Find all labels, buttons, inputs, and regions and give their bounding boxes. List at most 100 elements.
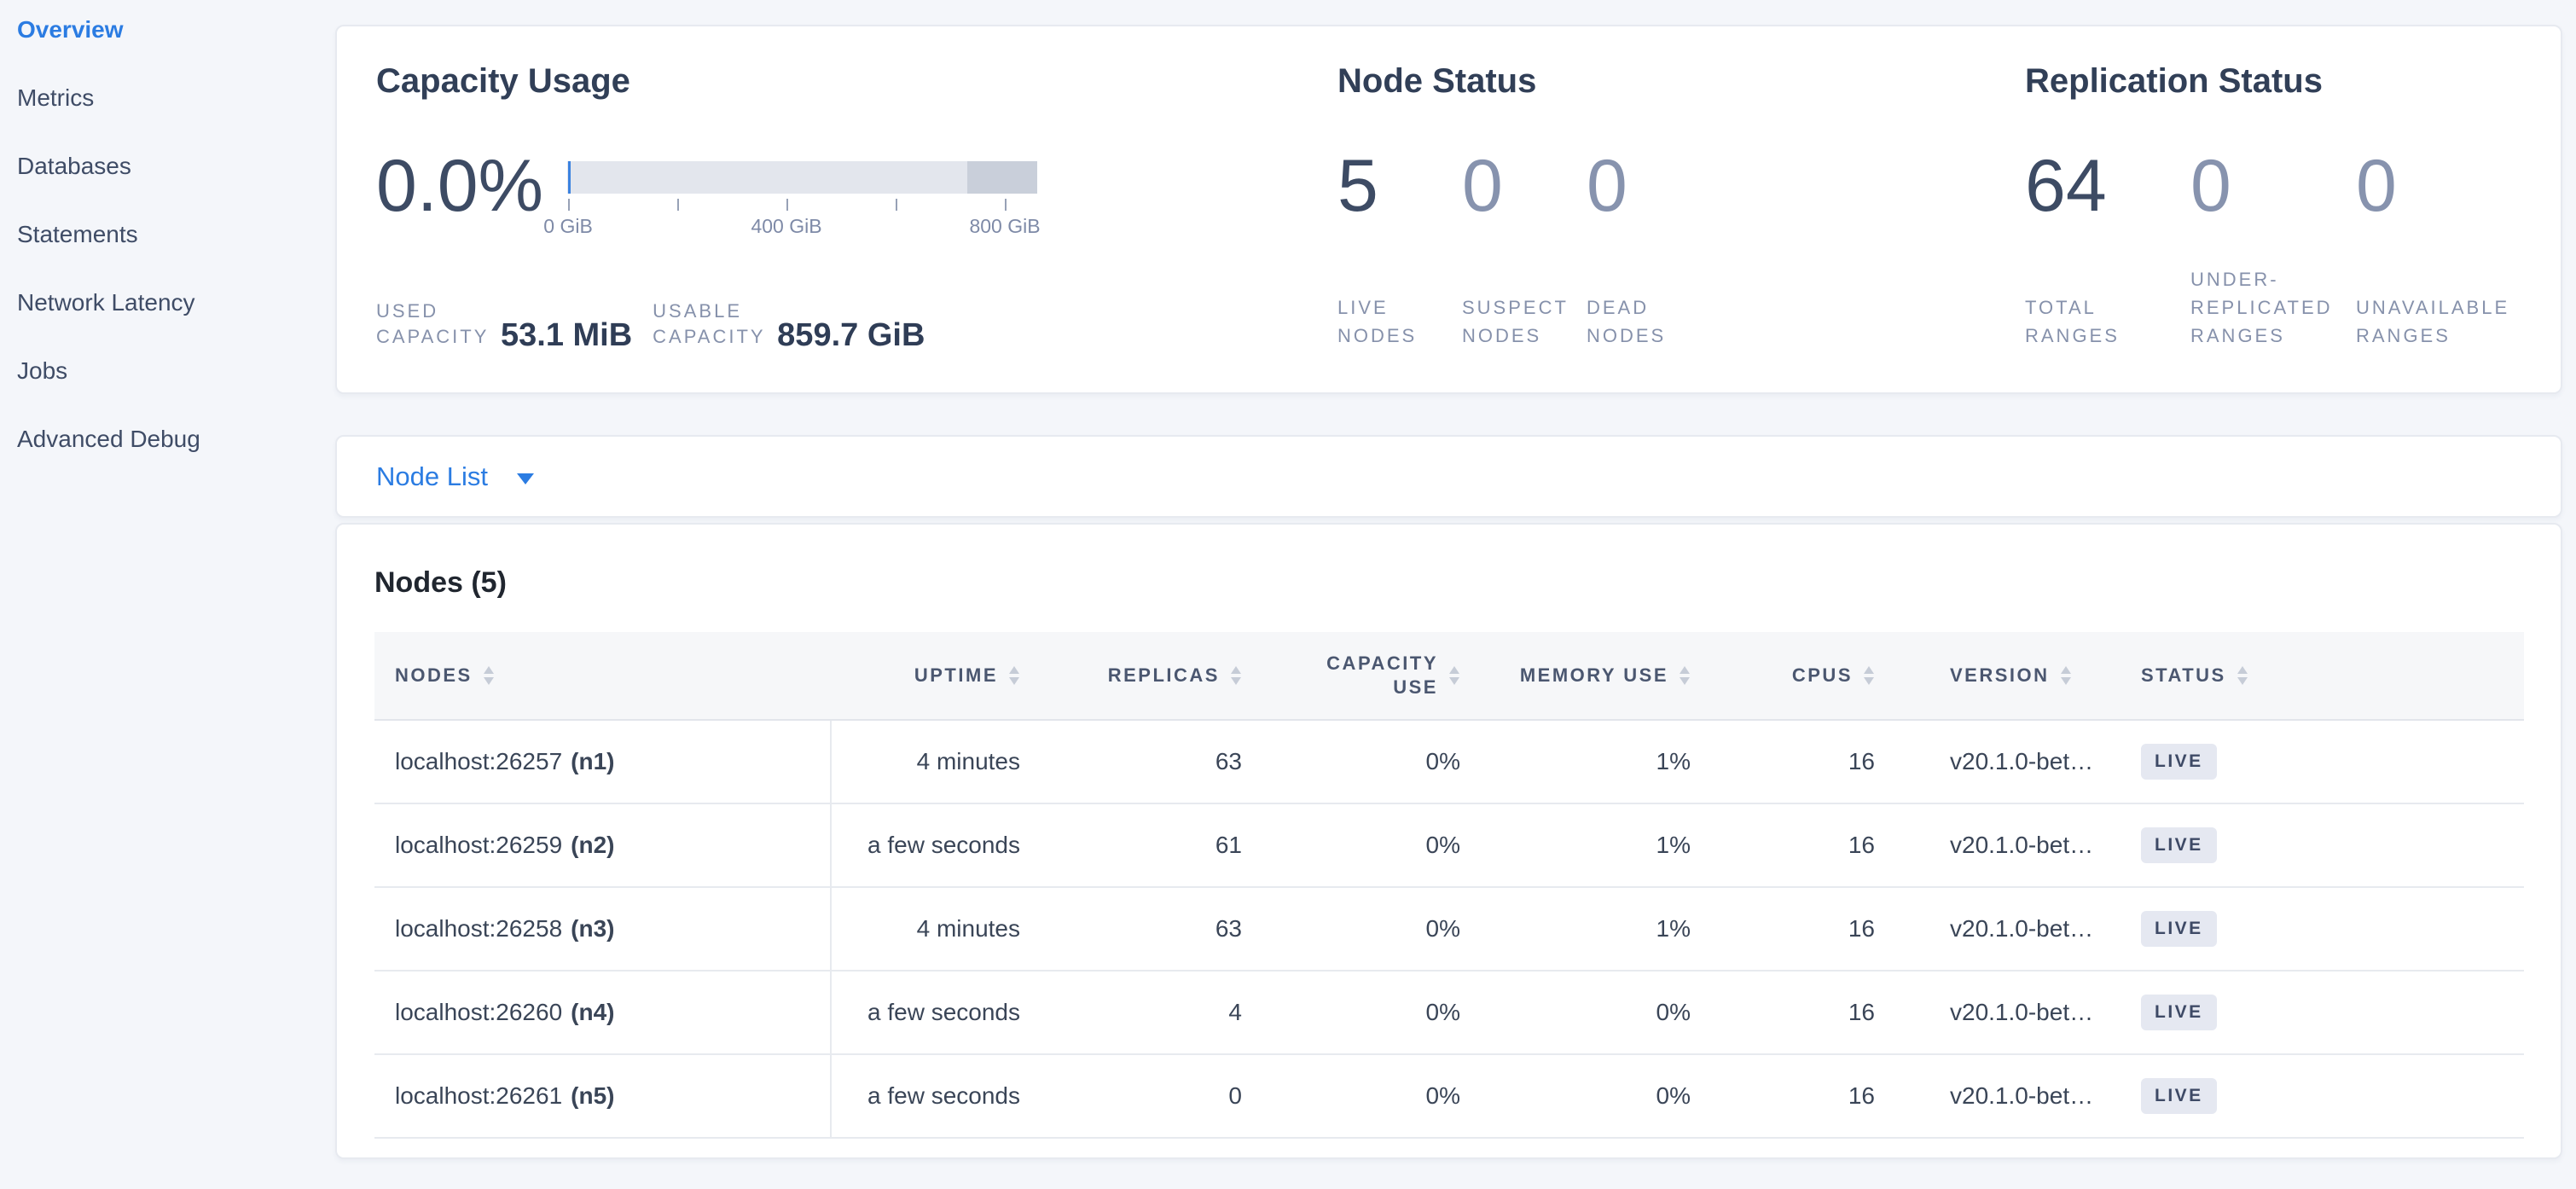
cell-cpus: 16 [1708,721,1892,803]
cell-replicas: 63 [1037,888,1259,970]
node-address[interactable]: localhost:26261 [395,1082,562,1110]
node-status-section: Node Status 5LIVE NODES0SUSPECT NODES0DE… [1337,61,2025,350]
column-header-memory[interactable]: MEMORY USE [1477,632,1708,719]
cell-version: v20.1.0-bet… [1892,972,2121,1053]
sidebar-item-overview[interactable]: Overview [17,12,335,48]
axis-tick [1005,199,1007,211]
column-header-label: NODES [395,664,473,687]
node-list-selector-card: Node List [335,435,2562,518]
node-id: (n4) [571,999,614,1026]
status-badge: LIVE [2141,744,2217,780]
column-header-label: REPLICAS [1108,664,1220,687]
column-header-version[interactable]: VERSION [1892,632,2121,719]
replication-status-stats: 64TOTAL RANGES0UNDER-REPLICATED RANGES0U… [2025,149,2521,350]
table-row: localhost:26261(n5)a few seconds00%0%16v… [374,1055,2524,1139]
capacity-gauge-ticks [567,199,1037,212]
stat-value: 0 [1587,149,1711,223]
node-id: (n1) [571,748,614,775]
sidebar-item-network-latency[interactable]: Network Latency [17,285,335,321]
cell-status: LIVE [2121,972,2524,1053]
cell-capacity: 0% [1259,972,1477,1053]
cell-uptime: 4 minutes [832,721,1037,803]
cell-version: v20.1.0-bet… [1892,888,2121,970]
stat-value: 0 [1462,149,1587,223]
cell-memory: 1% [1477,888,1708,970]
node-address[interactable]: localhost:26259 [395,832,562,859]
capacity-gauge-tick-labels: 0 GiB400 GiB800 GiB [567,215,1037,239]
cell-capacity: 0% [1259,1055,1477,1137]
axis-tick [568,199,570,211]
node-address[interactable]: localhost:26258 [395,915,562,942]
used-capacity-stat: USED CAPACITY 53.1 MiB [376,299,632,350]
replication-status-section: Replication Status 64TOTAL RANGES0UNDER-… [2025,61,2521,350]
cell-uptime: a few seconds [832,972,1037,1053]
stat-value: 64 [2025,149,2190,223]
cell-nodes: localhost:26260 (n4) [374,972,832,1053]
stat-value: 0 [2356,149,2521,223]
cell-status: LIVE [2121,721,2524,803]
cell-memory: 0% [1477,1055,1708,1137]
sidebar-item-advanced-debug[interactable]: Advanced Debug [17,421,335,457]
nodes-table: NODES UPTIME REPLICAS CAPACITY USEMEMORY US… [374,632,2524,1139]
column-header-uptime[interactable]: UPTIME [832,632,1037,719]
table-row: localhost:26258(n3)4 minutes630%1%16v20.… [374,888,2524,972]
cell-capacity: 0% [1259,804,1477,886]
sidebar-item-jobs[interactable]: Jobs [17,353,335,389]
cell-status: LIVE [2121,888,2524,970]
usable-capacity-label: USABLE CAPACITY [653,299,774,350]
node-status-title: Node Status [1337,61,2025,102]
sort-icon [1230,665,1242,686]
main-content: Capacity Usage 0.0% 0 GiB400 GiB800 GiB [335,0,2576,1189]
sort-icon [1448,665,1460,686]
capacity-gauge-track [567,161,1037,194]
capacity-percent: 0.0% [376,149,543,223]
column-header-label: STATUS [2141,664,2226,687]
node-id: (n3) [571,915,614,942]
node-list-selector[interactable]: Node List [376,461,534,492]
cell-replicas: 4 [1037,972,1259,1053]
sidebar-item-databases[interactable]: Databases [17,148,335,184]
stat-label: DEAD NODES [1587,293,1711,350]
node-list-selector-label: Node List [376,461,488,492]
column-header-replicas[interactable]: REPLICAS [1037,632,1259,719]
status-badge: LIVE [2141,995,2217,1030]
cell-capacity: 0% [1259,721,1477,803]
node-address[interactable]: localhost:26260 [395,999,562,1026]
nodes-table-card: Nodes (5) NODESUPTIMEREPLICASCAPACITY US… [335,523,2562,1159]
cell-nodes: localhost:26261(n5) [374,1055,832,1137]
capacity-gauge-other-segment [967,161,1037,194]
axis-tick-label: 0 GiB [543,215,593,238]
status-badge: LIVE [2141,1078,2217,1114]
sidebar: Overview Metrics Databases Statements Networ… [0,0,335,1189]
column-header-nodes[interactable]: NODES [374,632,832,719]
axis-tick [677,199,679,211]
column-header-label: CPUS [1792,664,1853,687]
sidebar-item-metrics[interactable]: Metrics [17,80,335,116]
node-address[interactable]: localhost:26257 [395,748,562,775]
cell-uptime: a few seconds [832,1055,1037,1137]
stat-column: 5LIVE NODES [1337,149,1462,350]
cell-memory: 0% [1477,972,1708,1053]
sort-icon [1863,665,1875,686]
stat-label: UNAVAILABLE RANGES [2356,293,2521,350]
column-header-label: VERSION [1950,664,2050,687]
stat-label: LIVE NODES [1337,293,1462,350]
cell-cpus: 16 [1708,972,1892,1053]
cell-replicas: 61 [1037,804,1259,886]
column-header-capacity[interactable]: CAPACITY USE [1259,632,1477,719]
cell-cpus: 16 [1708,1055,1892,1137]
column-header-cpus[interactable]: CPUS [1708,632,1892,719]
cell-uptime: a few seconds [832,804,1037,886]
status-badge: LIVE [2141,827,2217,863]
stat-column: 0 DEAD NODES [1587,149,1711,350]
page: Overview Metrics Databases Statements Networ… [0,0,2576,1189]
cell-cpus: 16 [1708,804,1892,886]
cell-uptime: 4 minutes [832,888,1037,970]
stat-label: SUSPECT NODES [1462,293,1587,350]
sort-icon [483,665,495,686]
cluster-summary-card: Capacity Usage 0.0% 0 GiB400 GiB800 GiB [335,25,2562,394]
axis-tick [896,199,897,211]
stat-column: 0 UNAVAILABLE RANGES [2356,149,2521,350]
sidebar-item-statements[interactable]: Statements [17,217,335,252]
column-header-status[interactable]: STATUS [2121,632,2524,719]
